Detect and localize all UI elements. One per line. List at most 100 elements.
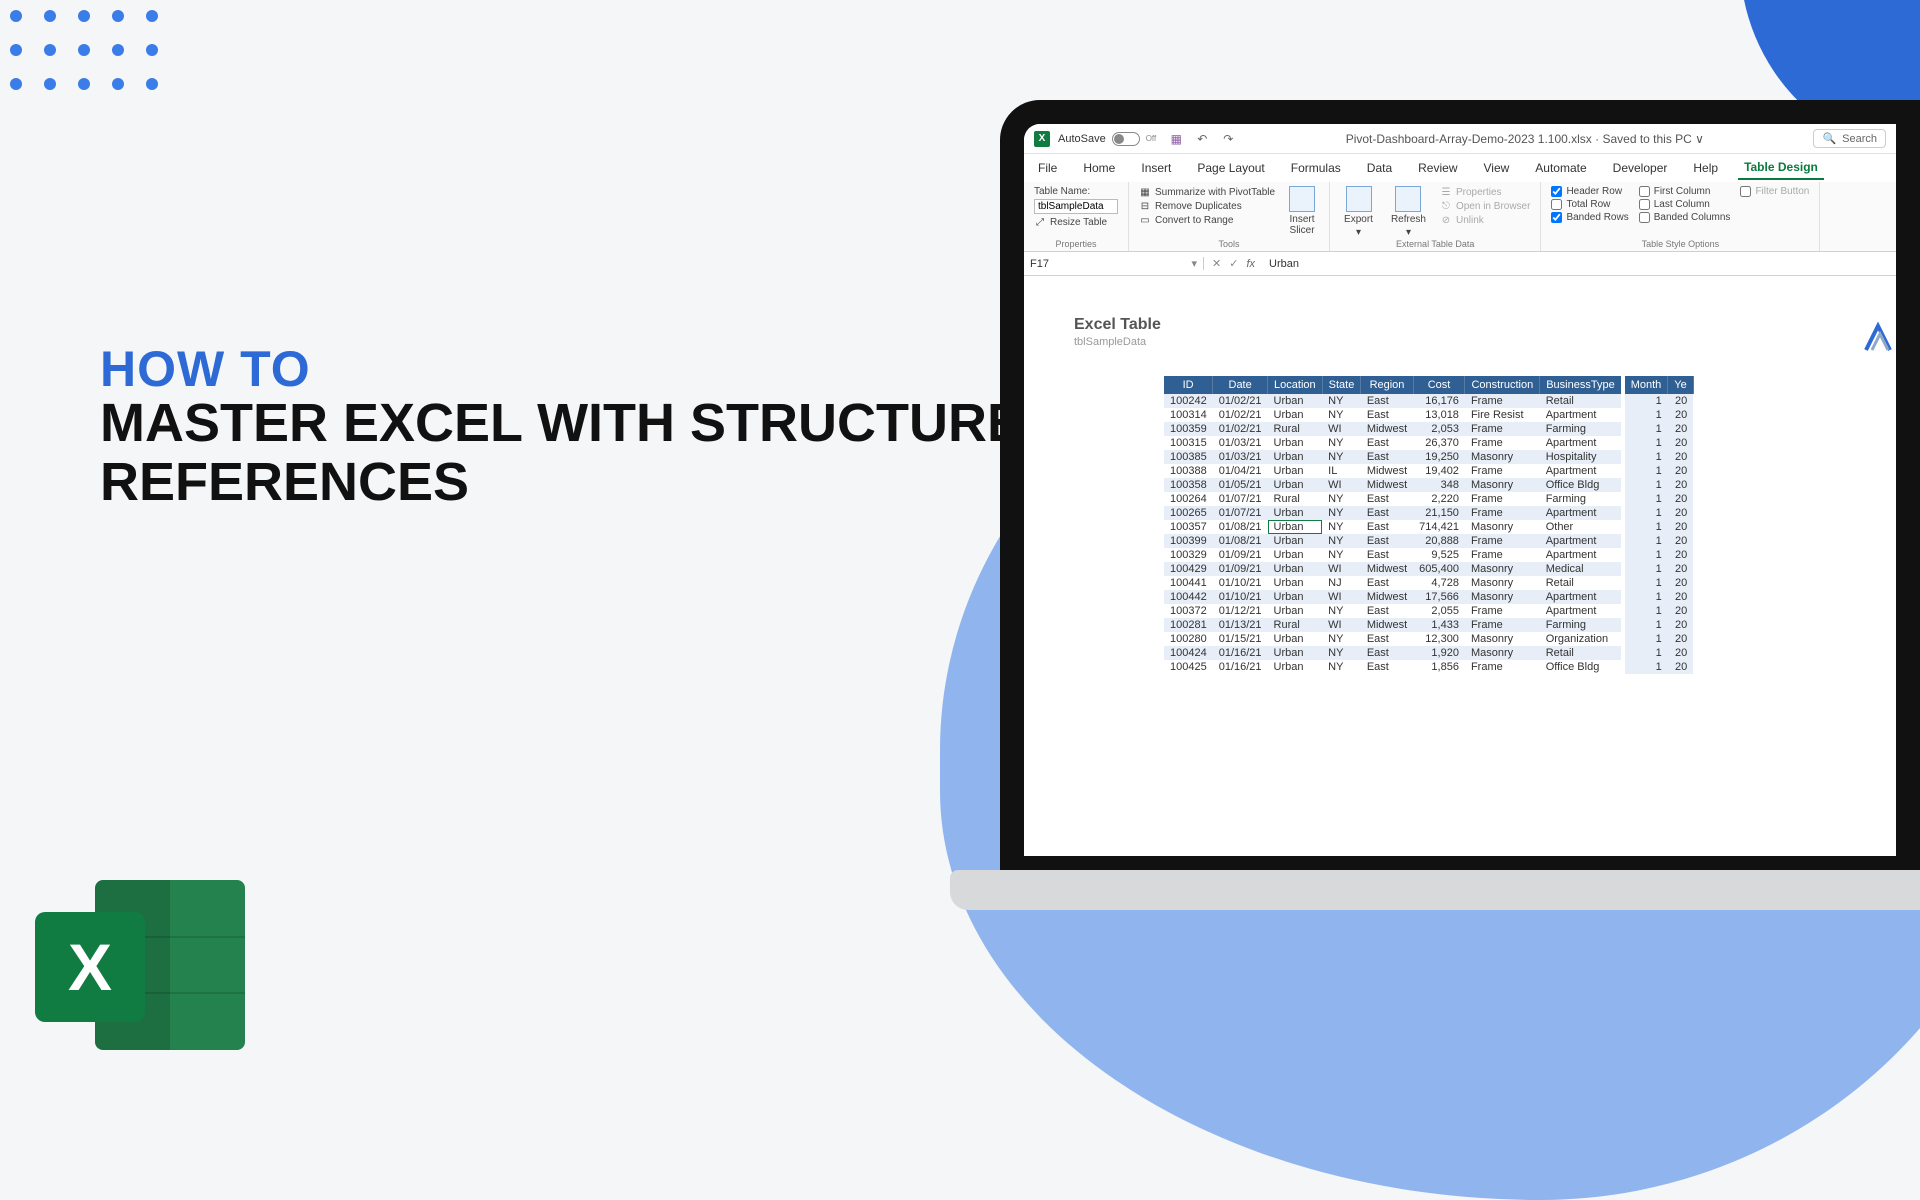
resize-table-button[interactable]: ⤢Resize Table xyxy=(1034,216,1118,228)
table-cell[interactable]: 20 xyxy=(1668,478,1693,492)
table-cell[interactable]: 1 xyxy=(1623,576,1668,590)
table-cell[interactable]: Rural xyxy=(1268,492,1323,506)
table-cell[interactable]: Other xyxy=(1540,520,1623,534)
table-cell[interactable]: 01/03/21 xyxy=(1213,436,1268,450)
tab-view[interactable]: View xyxy=(1478,157,1516,179)
undo-icon[interactable]: ↶ xyxy=(1194,131,1210,147)
table-cell[interactable]: Urban xyxy=(1268,520,1323,534)
table-cell[interactable]: Rural xyxy=(1268,618,1323,632)
table-cell[interactable]: 1 xyxy=(1623,450,1668,464)
header-row-checkbox[interactable]: Header Row xyxy=(1551,186,1628,197)
table-cell[interactable]: 01/09/21 xyxy=(1213,562,1268,576)
summarize-pivottable-button[interactable]: ▦Summarize with PivotTable xyxy=(1139,186,1275,198)
table-cell[interactable]: Frame xyxy=(1465,464,1540,478)
table-cell[interactable]: 1 xyxy=(1623,660,1668,674)
convert-to-range-button[interactable]: ▭Convert to Range xyxy=(1139,214,1275,226)
filter-button-checkbox[interactable]: Filter Button xyxy=(1740,186,1809,197)
table-cell[interactable]: Masonry xyxy=(1465,646,1540,660)
table-cell[interactable]: 01/08/21 xyxy=(1213,520,1268,534)
table-cell[interactable]: 20 xyxy=(1668,660,1693,674)
table-cell[interactable]: 01/07/21 xyxy=(1213,492,1268,506)
table-cell[interactable]: 20 xyxy=(1668,590,1693,604)
data-table[interactable]: IDDateLocationStateRegionCostConstructio… xyxy=(1164,376,1694,674)
table-cell[interactable]: Midwest xyxy=(1361,478,1413,492)
table-cell[interactable]: 1 xyxy=(1623,520,1668,534)
column-header[interactable]: State xyxy=(1322,376,1361,394)
table-cell[interactable]: 01/12/21 xyxy=(1213,604,1268,618)
table-cell[interactable]: NY xyxy=(1322,548,1361,562)
table-cell[interactable]: 1 xyxy=(1623,590,1668,604)
table-cell[interactable]: Masonry xyxy=(1465,520,1540,534)
table-cell[interactable]: 01/09/21 xyxy=(1213,548,1268,562)
table-cell[interactable]: East xyxy=(1361,450,1413,464)
table-cell[interactable]: Apartment xyxy=(1540,506,1623,520)
table-cell[interactable]: East xyxy=(1361,436,1413,450)
table-cell[interactable]: Urban xyxy=(1268,660,1323,674)
table-cell[interactable]: East xyxy=(1361,548,1413,562)
table-cell[interactable]: Urban xyxy=(1268,464,1323,478)
table-cell[interactable]: 1 xyxy=(1623,436,1668,450)
table-cell[interactable]: 20 xyxy=(1668,562,1693,576)
table-cell[interactable]: 1 xyxy=(1623,408,1668,422)
table-cell[interactable]: Urban xyxy=(1268,576,1323,590)
table-cell[interactable]: Frame xyxy=(1465,534,1540,548)
table-cell[interactable]: 01/03/21 xyxy=(1213,450,1268,464)
table-cell[interactable]: 20 xyxy=(1668,646,1693,660)
table-cell[interactable]: 20 xyxy=(1668,450,1693,464)
column-header[interactable]: Location xyxy=(1268,376,1323,394)
table-row[interactable]: 10035701/08/21UrbanNYEast714,421MasonryO… xyxy=(1164,520,1693,534)
table-cell[interactable]: NY xyxy=(1322,436,1361,450)
column-header[interactable]: Month xyxy=(1623,376,1668,394)
table-cell[interactable]: 20 xyxy=(1668,506,1693,520)
table-cell[interactable]: 01/07/21 xyxy=(1213,506,1268,520)
table-cell[interactable]: 21,150 xyxy=(1413,506,1465,520)
table-cell[interactable]: East xyxy=(1361,660,1413,674)
worksheet-area[interactable]: Excel Table tblSampleData IDDateLocation… xyxy=(1024,276,1896,348)
table-cell[interactable]: Apartment xyxy=(1540,590,1623,604)
table-cell[interactable]: Office Bldg xyxy=(1540,478,1623,492)
table-row[interactable]: 10042401/16/21UrbanNYEast1,920MasonryRet… xyxy=(1164,646,1693,660)
name-box[interactable]: F17▾ xyxy=(1024,257,1204,270)
table-cell[interactable]: 26,370 xyxy=(1413,436,1465,450)
table-row[interactable]: 10031401/02/21UrbanNYEast13,018Fire Resi… xyxy=(1164,408,1693,422)
table-cell[interactable]: NY xyxy=(1322,506,1361,520)
table-cell[interactable]: NY xyxy=(1322,534,1361,548)
table-cell[interactable]: 17,566 xyxy=(1413,590,1465,604)
column-header[interactable]: Ye xyxy=(1668,376,1693,394)
table-cell[interactable]: East xyxy=(1361,646,1413,660)
table-cell[interactable]: 20 xyxy=(1668,604,1693,618)
table-cell[interactable]: Urban xyxy=(1268,506,1323,520)
table-cell[interactable]: Urban xyxy=(1268,394,1323,408)
table-cell[interactable]: 100388 xyxy=(1164,464,1213,478)
table-cell[interactable]: 100425 xyxy=(1164,660,1213,674)
search-box[interactable]: 🔍 Search xyxy=(1813,129,1886,148)
table-row[interactable]: 10035801/05/21UrbanWIMidwest348MasonryOf… xyxy=(1164,478,1693,492)
table-cell[interactable]: 1,856 xyxy=(1413,660,1465,674)
table-cell[interactable]: East xyxy=(1361,394,1413,408)
table-cell[interactable]: East xyxy=(1361,492,1413,506)
table-cell[interactable]: Masonry xyxy=(1465,632,1540,646)
tab-file[interactable]: File xyxy=(1032,157,1063,179)
tab-automate[interactable]: Automate xyxy=(1529,157,1592,179)
table-cell[interactable]: 1 xyxy=(1623,422,1668,436)
table-cell[interactable]: 01/04/21 xyxy=(1213,464,1268,478)
formula-input[interactable]: Urban xyxy=(1263,258,1299,270)
table-cell[interactable]: 100281 xyxy=(1164,618,1213,632)
table-row[interactable]: 10031501/03/21UrbanNYEast26,370FrameApar… xyxy=(1164,436,1693,450)
tab-page-layout[interactable]: Page Layout xyxy=(1191,157,1270,179)
table-cell[interactable]: Apartment xyxy=(1540,436,1623,450)
table-cell[interactable]: 2,055 xyxy=(1413,604,1465,618)
table-cell[interactable]: Frame xyxy=(1465,492,1540,506)
table-cell[interactable]: Apartment xyxy=(1540,604,1623,618)
table-cell[interactable]: 100372 xyxy=(1164,604,1213,618)
table-cell[interactable]: 01/05/21 xyxy=(1213,478,1268,492)
table-cell[interactable]: 01/02/21 xyxy=(1213,422,1268,436)
table-cell[interactable]: East xyxy=(1361,604,1413,618)
table-cell[interactable]: Farming xyxy=(1540,422,1623,436)
table-cell[interactable]: Frame xyxy=(1465,618,1540,632)
table-cell[interactable]: 348 xyxy=(1413,478,1465,492)
table-cell[interactable]: 2,220 xyxy=(1413,492,1465,506)
table-cell[interactable]: Masonry xyxy=(1465,562,1540,576)
table-cell[interactable]: 4,728 xyxy=(1413,576,1465,590)
table-cell[interactable]: Retail xyxy=(1540,394,1623,408)
